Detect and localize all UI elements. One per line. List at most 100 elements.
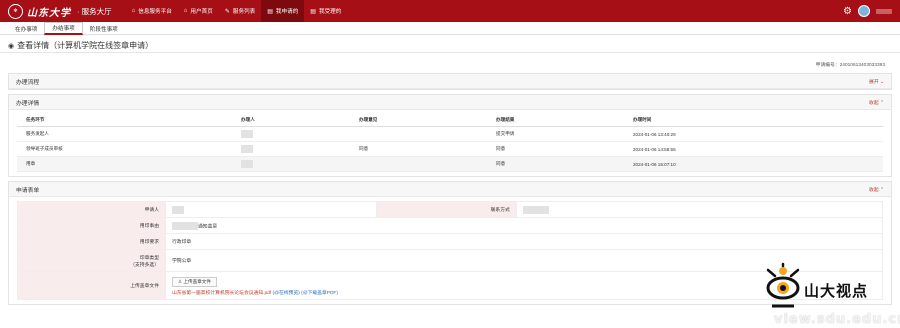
list-icon: ▤ [310,8,316,15]
handler-cell [232,141,350,157]
watermark: 山大视点 view.sdu.edu.cn [760,260,900,328]
applicant-blurred [172,205,184,214]
user-area: ⚙ [843,0,892,22]
opinion-cell [350,156,487,172]
tab-completed[interactable]: 办结事项 [44,22,83,35]
form-row: 上传盖章文件 ♙ 上传盖章文件 山东省第一届高校计算机院长论坛会议通知.pdf … [17,271,883,300]
nav-label: 服务列表 [232,9,256,15]
nav-user-home[interactable]: ⌂ 用户首页 [178,0,219,22]
flow-panel-header[interactable]: 办理流程 展开 ⌄ [9,74,891,89]
handler-blurred [241,145,253,153]
home-icon: ⌂ [131,8,136,14]
application-number: 申请编号：24010613403033393 [815,63,885,68]
form-panel-title: 申请表单 [16,187,40,194]
collapse-toggle[interactable]: 收起 ⌃ [869,99,884,106]
form-row: 用印要求 行政印章 [17,233,883,250]
form-panel-body: 申请人 联系方式 用印事由 通知盖章 用印要求 行政印章 印章类型 （支持多选）… [9,197,891,304]
table-row: 服务发起人 提交申请 2024-01-06 13:40:29 [17,126,883,142]
application-form: 申请人 联系方式 用印事由 通知盖章 用印要求 行政印章 印章类型 （支持多选）… [17,201,884,300]
nav-my-handled[interactable]: ▤ 我受理的 [304,0,347,22]
opinion-cell [350,126,487,142]
nav-label: 信息服务平台 [138,9,172,15]
reason-value: 通知盖章 [165,217,883,234]
watermark-eye-icon [766,262,800,308]
university-seal-icon: ✻ [8,3,23,19]
flow-panel: 办理流程 展开 ⌄ [8,73,892,90]
handler-blurred [241,160,253,168]
column-header: 任务环节 [17,114,232,127]
result-cell: 提交申请 [487,126,624,142]
process-table: 任务环节 办理人 办理意见 办理结果 办理时间 服务发起人 提交申请 2024-… [17,114,883,172]
applicant-value [165,201,377,218]
reason-text: 通知盖章 [198,223,218,229]
column-header: 办理结果 [487,114,624,127]
opinion-cell: 同意 [350,141,487,157]
applicant-label: 申请人 [17,201,166,218]
column-header: 办理人 [232,114,350,127]
table-row: 用章 同意 2024-01-06 15:07:10 [17,156,883,172]
table-row: 领导班子成员审核 同意 同意 2024-01-06 14:58:55 [17,141,883,157]
logo[interactable]: ✻ 山东大学 · 服务大厅 [8,3,112,19]
detail-panel-title: 办理详情 [16,100,40,107]
seal-type-label-line2: （支持多选） [130,262,159,268]
reason-label: 用印事由 [17,217,166,234]
avatar[interactable] [858,5,870,17]
watermark-name: 山大视点 [804,282,869,300]
requirement-label: 用印要求 [17,233,166,250]
upload-button-label: 上传盖章文件 [183,279,211,284]
nav-label: 我受理的 [318,9,342,15]
time-cell: 2024-01-06 14:58:55 [624,141,883,157]
logo-text: 山东大学 [27,7,71,19]
time-cell: 2024-01-06 15:07:10 [624,156,883,172]
expand-toggle[interactable]: 展开 ⌄ [869,78,884,85]
result-cell: 同意 [487,141,624,157]
flow-panel-title: 办理流程 [16,79,40,86]
step-cell: 用章 [17,156,232,172]
nav-service-list[interactable]: ✎ 服务列表 [219,0,261,22]
gear-icon[interactable]: ⚙ [843,6,852,17]
requirement-value: 行政印章 [165,233,883,250]
page-title: ◉ 查看详情（计算机学院在线签章申请） [0,39,900,53]
upload-button[interactable]: ♙ 上传盖章文件 [172,277,217,287]
logo-subtitle: · 服务大厅 [77,6,112,16]
page-title-text: 查看详情（计算机学院在线签章申请） [17,41,154,50]
reason-blurred [172,221,198,230]
download-link[interactable]: (@下载盖章PDF) [301,291,338,296]
contact-label: 联系方式 [375,201,517,218]
list-icon: ▤ [267,8,273,15]
form-panel-header[interactable]: 申请表单 收起 ⌃ [9,182,891,197]
upload-label: 上传盖章文件 [17,271,166,300]
nav-label: 我申请的 [275,9,299,15]
edit-icon: ✎ [224,8,230,15]
tab-stage[interactable]: 阶段性事项 [83,22,125,35]
contact-blurred [522,205,549,214]
step-cell: 服务发起人 [17,126,232,142]
home-icon: ⌂ [183,8,188,14]
form-row: 印章类型 （支持多选） 学院公章 [17,249,883,272]
watermark-url: view.sdu.edu.cn [774,312,900,327]
nav-my-applications[interactable]: ▤ 我申请的 [261,0,305,22]
seal-type-label: 印章类型 （支持多选） [17,249,166,272]
preview-link[interactable]: (@在线预览) [273,291,300,296]
username-blurred[interactable] [876,8,892,14]
form-row: 用印事由 通知盖章 [17,217,883,234]
collapse-toggle[interactable]: 收起 ⌃ [869,186,884,193]
time-cell: 2024-01-06 13:40:29 [624,126,883,142]
result-cell: 同意 [487,156,624,172]
handler-cell [232,126,350,142]
handler-blurred [241,130,253,138]
main-nav: ⌂ 信息服务平台 ⌂ 用户首页 ✎ 服务列表 ▤ 我申请的 ▤ 我受理的 [126,0,348,22]
top-navbar: ✻ 山东大学 · 服务大厅 ⌂ 信息服务平台 ⌂ 用户首页 ✎ 服务列表 ▤ 我… [0,0,900,22]
detail-panel-header[interactable]: 办理详情 收起 ⌃ [9,95,891,110]
detail-panel-body: 任务环节 办理人 办理意见 办理结果 办理时间 服务发起人 提交申请 2024-… [9,110,891,176]
tab-in-progress[interactable]: 在办事项 [8,22,44,35]
step-cell: 领导班子成员审核 [17,141,232,157]
detail-panel: 办理详情 收起 ⌃ 任务环节 办理人 办理意见 办理结果 办理时间 服务发起人 [8,94,892,177]
handler-cell [232,156,350,172]
nav-info-platform[interactable]: ⌂ 信息服务平台 [126,0,178,22]
contact-value [515,201,884,218]
nav-label: 用户首页 [190,9,213,15]
file-name[interactable]: 山东省第一届高校计算机院长论坛会议通知.pdf [172,291,271,296]
eye-icon: ◉ [8,42,15,50]
form-row: 申请人 联系方式 [17,201,884,218]
